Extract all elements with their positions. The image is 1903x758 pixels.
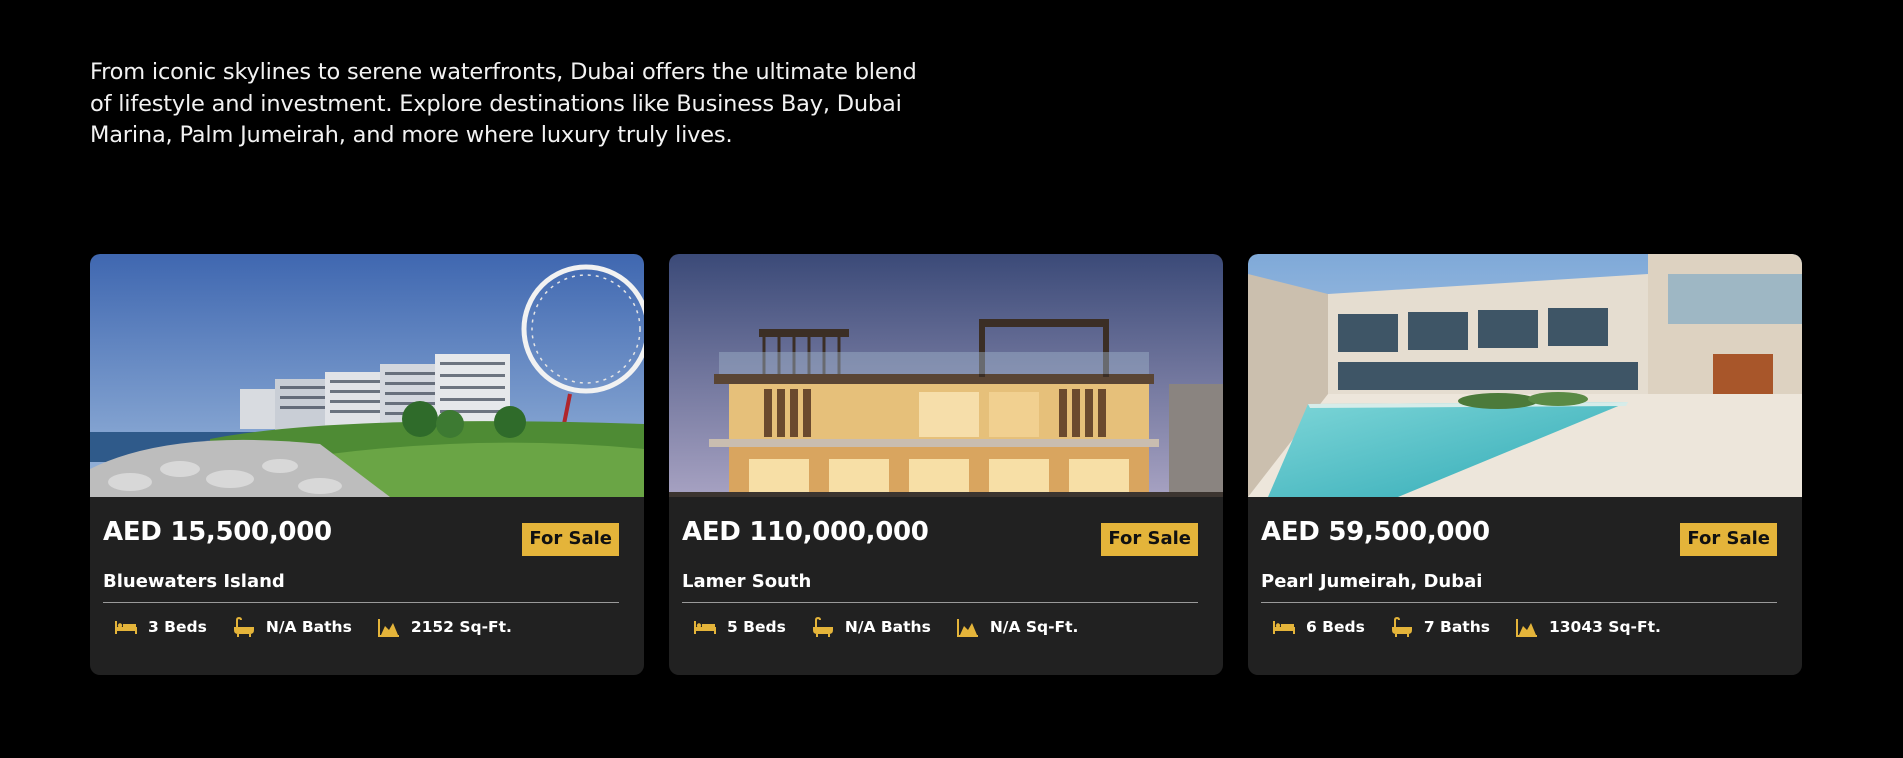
waterfront-photo xyxy=(90,254,644,497)
baths-feature: N/A Baths xyxy=(812,617,931,637)
bathtub-icon xyxy=(233,617,254,637)
villa-pool-photo xyxy=(1248,254,1802,497)
listing-photo[interactable] xyxy=(1248,254,1802,497)
price-row: AED 110,000,000 For Sale xyxy=(682,497,1198,567)
listing-photo[interactable] xyxy=(90,254,644,497)
area-icon xyxy=(956,619,978,637)
area-feature: 13043 Sq-Ft. xyxy=(1515,617,1661,637)
baths-feature: N/A Baths xyxy=(233,617,352,637)
area-icon xyxy=(377,619,399,637)
status-badge: For Sale xyxy=(522,523,619,556)
status-badge: For Sale xyxy=(1680,523,1777,556)
listing-details: AED 110,000,000 For Sale Lamer South 5 B… xyxy=(682,497,1198,637)
listing-details: AED 15,500,000 For Sale Bluewaters Islan… xyxy=(103,497,619,637)
listing-location[interactable]: Lamer South xyxy=(682,570,1198,600)
area-feature: 2152 Sq-Ft. xyxy=(377,617,512,637)
status-badge: For Sale xyxy=(1101,523,1198,556)
area-label: N/A Sq-Ft. xyxy=(989,618,1079,636)
intro-line-2: of lifestyle and investment. Explore des… xyxy=(90,90,902,117)
listing-features: 3 Beds N/A Baths 2152 Sq-Ft. xyxy=(103,617,619,637)
listing-photo[interactable] xyxy=(669,254,1223,497)
bed-icon xyxy=(1273,621,1295,634)
area-label: 2152 Sq-Ft. xyxy=(410,618,512,636)
listing-price: AED 15,500,000 xyxy=(103,517,332,547)
listing-card[interactable]: AED 110,000,000 For Sale Lamer South 5 B… xyxy=(669,254,1223,675)
price-row: AED 59,500,000 For Sale xyxy=(1261,497,1777,567)
baths-feature: 7 Baths xyxy=(1391,617,1490,637)
villa-dusk-photo xyxy=(669,254,1223,497)
divider xyxy=(1261,602,1777,603)
listing-features: 6 Beds 7 Baths 13043 Sq-Ft. xyxy=(1261,617,1777,637)
price-row: AED 15,500,000 For Sale xyxy=(103,497,619,567)
listing-price: AED 59,500,000 xyxy=(1261,517,1490,547)
area-icon xyxy=(1515,619,1537,637)
listing-features: 5 Beds N/A Baths N/A Sq-Ft. xyxy=(682,617,1198,637)
beds-label: 3 Beds xyxy=(148,618,207,636)
listing-card[interactable]: AED 59,500,000 For Sale Pearl Jumeirah, … xyxy=(1248,254,1802,675)
listing-card[interactable]: AED 15,500,000 For Sale Bluewaters Islan… xyxy=(90,254,644,675)
bathtub-icon xyxy=(1391,617,1412,637)
intro-text: From iconic skylines to serene waterfron… xyxy=(90,57,950,152)
bed-icon xyxy=(115,621,137,634)
listing-location[interactable]: Bluewaters Island xyxy=(103,570,619,600)
beds-label: 6 Beds xyxy=(1306,618,1365,636)
listing-location[interactable]: Pearl Jumeirah, Dubai xyxy=(1261,570,1777,600)
beds-feature: 5 Beds xyxy=(694,617,786,637)
baths-label: N/A Baths xyxy=(265,618,352,636)
listing-price: AED 110,000,000 xyxy=(682,517,929,547)
bed-icon xyxy=(694,621,716,634)
baths-label: N/A Baths xyxy=(844,618,931,636)
area-feature: N/A Sq-Ft. xyxy=(956,617,1079,637)
beds-feature: 6 Beds xyxy=(1273,617,1365,637)
intro-line-1: From iconic skylines to serene waterfron… xyxy=(90,59,917,85)
beds-label: 5 Beds xyxy=(727,618,786,636)
listing-details: AED 59,500,000 For Sale Pearl Jumeirah, … xyxy=(1261,497,1777,637)
bathtub-icon xyxy=(812,617,833,637)
intro-line-3: Marina, Palm Jumeirah, and more where lu… xyxy=(90,122,733,148)
baths-label: 7 Baths xyxy=(1423,618,1490,636)
divider xyxy=(682,602,1198,603)
area-label: 13043 Sq-Ft. xyxy=(1548,618,1661,636)
divider xyxy=(103,602,619,603)
beds-feature: 3 Beds xyxy=(115,617,207,637)
listing-cards: AED 15,500,000 For Sale Bluewaters Islan… xyxy=(90,254,1802,675)
